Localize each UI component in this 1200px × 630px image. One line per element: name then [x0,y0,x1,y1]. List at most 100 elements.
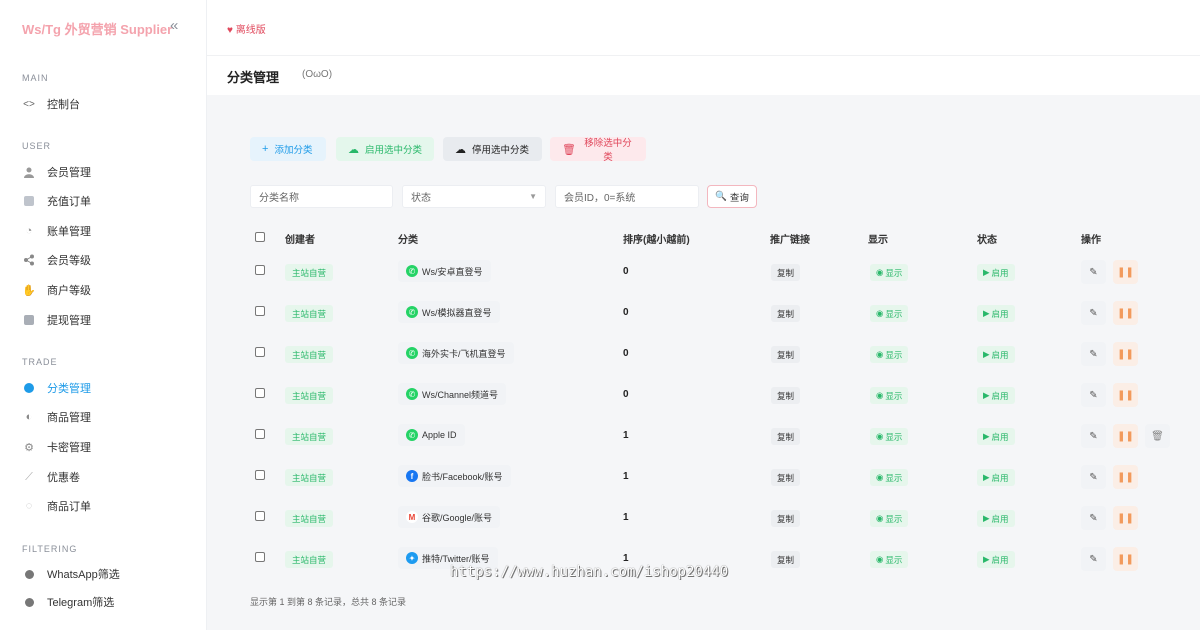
display-badge[interactable]: ◉ 显示 [870,551,909,568]
copy-link-button[interactable]: 复制 [771,551,801,568]
row-checkbox[interactable] [255,388,265,398]
pause-button[interactable]: ❚❚ [1113,465,1138,489]
sidebar-item-goods-orders[interactable]: ◌ 商品订单 [22,496,91,516]
copy-link-button[interactable]: 复制 [771,387,801,404]
pause-button[interactable]: ❚❚ [1113,260,1138,284]
sidebar-item-recharge-orders[interactable]: 充值订单 [22,191,91,211]
add-category-button[interactable]: + 添加分类 [250,137,326,161]
select-all-checkbox[interactable] [255,232,265,242]
edit-icon: ✎ [1089,430,1098,442]
edit-button[interactable]: ✎ [1081,342,1106,366]
sidebar-item-withdrawals[interactable]: 提现管理 [22,310,91,330]
status-badge[interactable]: ▶ 启用 [977,346,1015,363]
sidebar-item-member-levels[interactable]: 会员等级 [22,250,91,270]
edit-button[interactable]: ✎ [1081,506,1106,530]
sidebar-item-coupons[interactable]: ⟋ 优惠卷 [22,467,80,487]
code-icon: <> [23,98,35,110]
display-badge[interactable]: ◉ 显示 [870,346,909,363]
display-label: 显示 [885,308,903,319]
edit-button[interactable]: ✎ [1081,260,1106,284]
status-label: 启用 [991,390,1009,401]
col-creator: 创建者 [285,235,315,246]
status-badge[interactable]: ▶ 启用 [977,510,1015,527]
category-name-input[interactable]: 分类名称 [250,185,393,208]
status-badge[interactable]: ▶ 启用 [977,387,1015,404]
enable-selected-label: 启用选中分类 [365,145,423,156]
row-checkbox[interactable] [255,265,265,275]
play-icon: ▶ [983,308,990,318]
sidebar-item-label: 卡密管理 [47,442,91,454]
row-checkbox[interactable] [255,552,265,562]
status-badge[interactable]: ▶ 启用 [977,469,1015,486]
copy-link-button[interactable]: 复制 [771,428,801,445]
display-badge[interactable]: ◉ 显示 [870,428,909,445]
category-name: Apple ID [422,430,457,440]
sidebar-item-members[interactable]: 会员管理 [22,162,91,182]
disable-selected-button[interactable]: ☁ 停用选中分类 [443,137,542,161]
sidebar-item-categories[interactable]: 分类管理 [22,378,91,398]
status-label: 启用 [991,513,1009,524]
remove-selected-button[interactable]: 🗑 移除选中分类 [550,137,646,163]
eye-icon: ◉ [876,267,884,277]
copy-link-button[interactable]: 复制 [771,264,801,281]
sort-value: 1 [623,553,629,564]
display-badge[interactable]: ◉ 显示 [870,387,909,404]
offline-badge[interactable]: ♥ 离线版 [227,21,266,36]
search-button[interactable]: 🔍 查询 [707,185,757,208]
sidebar-item-label: 会员管理 [47,167,91,179]
display-badge[interactable]: ◉ 显示 [870,264,909,281]
pause-button[interactable]: ❚❚ [1113,547,1138,571]
copy-link-button[interactable]: 复制 [771,469,801,486]
pause-button[interactable]: ❚❚ [1113,342,1138,366]
status-badge[interactable]: ▶ 启用 [977,305,1015,322]
copy-link-button[interactable]: 复制 [771,305,801,322]
row-checkbox[interactable] [255,470,265,480]
pause-button[interactable]: ❚❚ [1113,383,1138,407]
status-select[interactable]: 状态 ▼ [402,185,546,208]
table-row: 主站自营 ✆ Apple ID 1 复制 ◉ 显示 ▶ 启用 ✎ ❚❚ 🗑 [250,423,1180,464]
wa-logo-icon: ✆ [406,347,418,359]
display-badge[interactable]: ◉ 显示 [870,510,909,527]
status-badge[interactable]: ▶ 启用 [977,264,1015,281]
status-badge[interactable]: ▶ 启用 [977,551,1015,568]
edit-button[interactable]: ✎ [1081,547,1106,571]
row-checkbox[interactable] [255,429,265,439]
edit-button[interactable]: ✎ [1081,424,1106,448]
member-id-input[interactable]: 会员ID，0=系统 [555,185,699,208]
enable-selected-button[interactable]: ☁ 启用选中分类 [336,137,434,161]
sidebar-item-label: 分类管理 [47,383,91,395]
pause-button[interactable]: ❚❚ [1113,506,1138,530]
row-checkbox[interactable] [255,347,265,357]
pause-button[interactable]: ❚❚ [1113,301,1138,325]
edit-button[interactable]: ✎ [1081,301,1106,325]
status-badge[interactable]: ▶ 启用 [977,428,1015,445]
sort-value: 1 [623,430,629,441]
wa-logo-icon: ✆ [406,306,418,318]
sidebar-item-dashboard[interactable]: <> 控制台 [22,94,80,114]
edit-button[interactable]: ✎ [1081,465,1106,489]
edit-button[interactable]: ✎ [1081,383,1106,407]
sidebar-item-card-keys[interactable]: ⚙ 卡密管理 [22,437,91,457]
category-tag: ✆ Apple ID [398,424,465,446]
table-row: 主站自营 ✆ 海外实卡/飞机直登号 0 复制 ◉ 显示 ▶ 启用 ✎ ❚❚ [250,341,1180,382]
display-badge[interactable]: ◉ 显示 [870,469,909,486]
page-title: 分类管理 [227,70,280,85]
sidebar-item-goods[interactable]: ◐ 商品管理 [22,407,91,427]
row-checkbox[interactable] [255,306,265,316]
filter-icon [22,595,36,609]
row-checkbox[interactable] [255,511,265,521]
edit-icon: ✎ [1089,389,1098,401]
delete-button[interactable]: 🗑 [1145,424,1170,448]
sidebar-item-whatsapp-filter[interactable]: WhatsApp筛选 [22,564,120,584]
sidebar-item-label: 提现管理 [47,315,91,327]
table-row: 主站自营 ✆ Ws/安卓直登号 0 复制 ◉ 显示 ▶ 启用 ✎ ❚❚ [250,259,1180,300]
sidebar-item-telegram-filter[interactable]: Telegram筛选 [22,592,114,612]
collapse-sidebar-icon[interactable]: « [170,17,178,34]
pause-button[interactable]: ❚❚ [1113,424,1138,448]
sidebar-item-bills[interactable]: ◔ 账单管理 [22,221,91,241]
display-badge[interactable]: ◉ 显示 [870,305,909,322]
sidebar-item-merchant-levels[interactable]: ✋ 商户等级 [22,280,91,300]
copy-link-button[interactable]: 复制 [771,346,801,363]
creator-badge: 主站自营 [285,346,334,363]
copy-link-button[interactable]: 复制 [771,510,801,527]
